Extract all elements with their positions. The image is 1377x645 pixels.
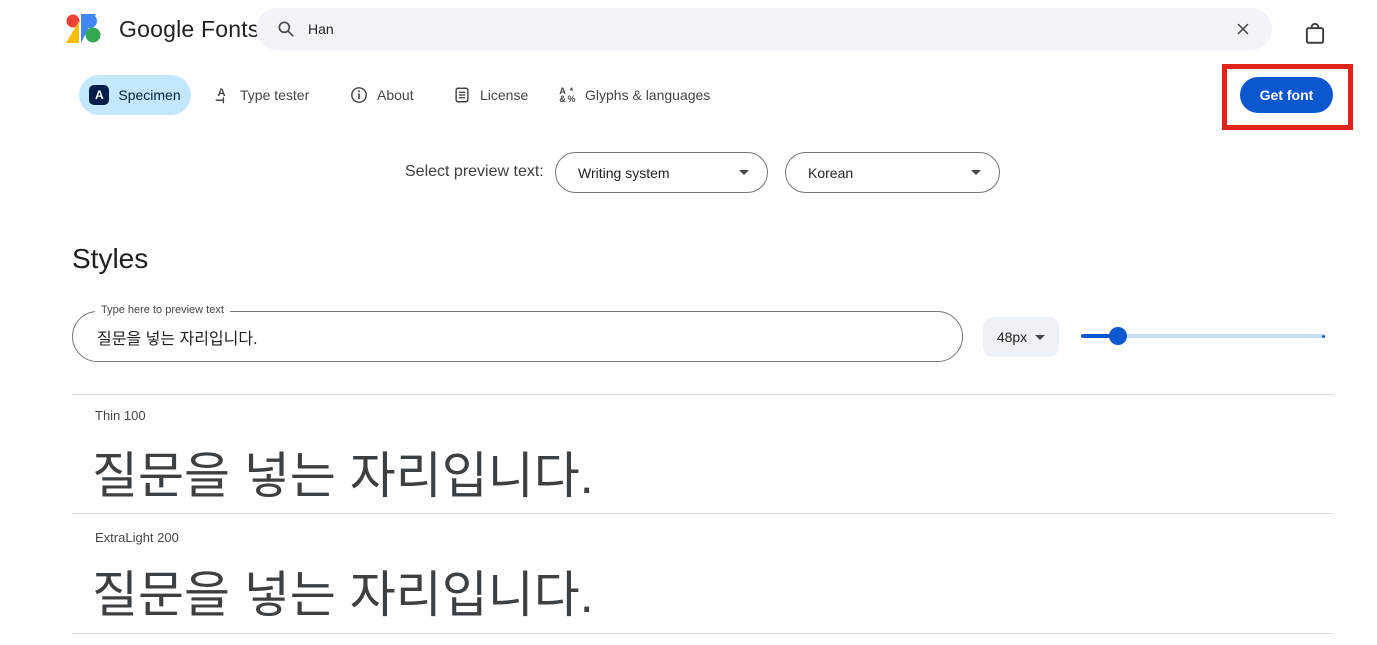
divider (72, 513, 1333, 514)
search-input[interactable] (308, 21, 1230, 37)
svg-text:A: A (217, 87, 225, 99)
tab-license-label: License (480, 87, 529, 103)
google-fonts-logo[interactable]: Google Fonts (63, 12, 259, 46)
tab-specimen[interactable]: A Specimen (79, 75, 191, 115)
writing-system-value: Writing system (578, 164, 670, 181)
close-icon (1237, 23, 1249, 35)
clear-search-button[interactable] (1230, 16, 1256, 42)
divider (72, 633, 1333, 634)
tab-glyphs-languages[interactable]: A * &% Glyphs & languages (558, 75, 710, 115)
tab-glyphs-languages-label: Glyphs & languages (585, 87, 711, 103)
tab-specimen-label: Specimen (118, 87, 181, 103)
shopping-bag-icon (1305, 22, 1325, 44)
size-slider-thumb[interactable] (1108, 327, 1127, 345)
glyphs-languages-icon: A * &% (559, 86, 576, 104)
get-font-button[interactable]: Get font (1240, 77, 1333, 113)
selection-bag-button[interactable] (1298, 16, 1332, 50)
specimen-tabbar: A Specimen A Type tester About License A… (0, 75, 1377, 115)
search-bar[interactable] (256, 8, 1272, 50)
tab-type-tester[interactable]: A Type tester (212, 75, 309, 115)
chevron-down-icon (1035, 334, 1046, 340)
logo-wordmark: Google Fonts (119, 15, 260, 42)
select-preview-text-label: Select preview text: (405, 163, 544, 180)
language-value: Korean (808, 164, 854, 181)
preview-text-field[interactable]: Type here to preview text (72, 304, 963, 362)
style-row-sample[interactable]: 질문을 넣는 자리입니다. (92, 555, 594, 627)
font-size-value: 48px (996, 329, 1028, 345)
font-size-dropdown[interactable]: 48px (983, 317, 1059, 357)
tab-about[interactable]: About (350, 75, 414, 115)
divider (72, 394, 1333, 395)
chevron-down-icon (739, 170, 749, 175)
styles-heading: Styles (72, 243, 149, 274)
style-row-name: Thin 100 (95, 408, 146, 423)
font-size-slider[interactable] (1081, 327, 1325, 345)
language-dropdown[interactable]: Korean (785, 152, 1000, 193)
preview-text-field-label: Type here to preview text (95, 304, 230, 316)
style-row-sample[interactable]: 질문을 넣는 자리입니다. (92, 436, 594, 508)
style-row-name: ExtraLight 200 (95, 530, 179, 545)
license-document-icon (455, 87, 469, 103)
specimen-icon: A (89, 85, 110, 105)
chevron-down-icon (971, 170, 981, 175)
google-fonts-logo-icon (66, 14, 101, 43)
writing-system-dropdown[interactable]: Writing system (555, 152, 768, 193)
info-icon (351, 87, 367, 103)
size-slider-end-dot (1322, 335, 1325, 338)
preview-text-input[interactable] (73, 312, 962, 361)
tab-license[interactable]: License (453, 75, 528, 115)
type-tester-icon: A (215, 87, 226, 104)
google-fonts-page: Google Fonts A Specimen A (0, 0, 1377, 645)
tab-about-label: About (377, 87, 414, 103)
tab-type-tester-label: Type tester (240, 87, 310, 103)
search-icon (278, 21, 294, 37)
